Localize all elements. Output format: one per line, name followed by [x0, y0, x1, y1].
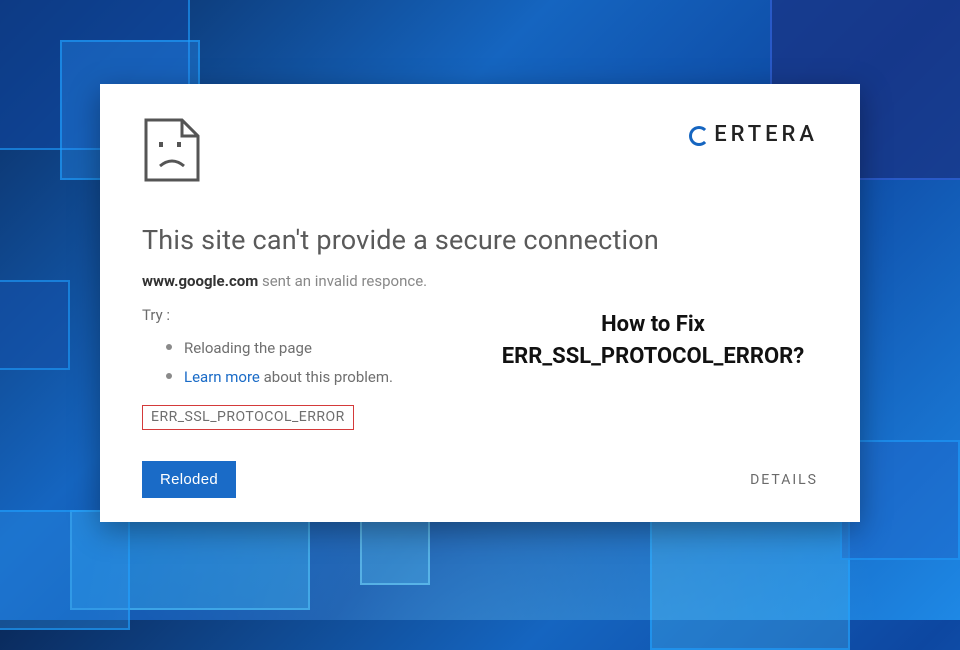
error-code: ERR_SSL_PROTOCOL_ERROR: [151, 409, 345, 425]
overlay-title: How to Fix ERR_SSL_PROTOCOL_ERROR?: [488, 309, 818, 373]
error-host: www.google.com: [142, 272, 258, 290]
learn-more-link[interactable]: Learn more: [184, 368, 260, 386]
suggestion-reload: Reloading the page: [184, 339, 312, 357]
brand-logo-icon: [689, 126, 709, 146]
sad-page-icon: [142, 118, 202, 186]
overlay-line2: ERR_SSL_PROTOCOL_ERROR?: [488, 341, 818, 373]
error-card: ERTERA This site can't provide a secure …: [100, 84, 860, 522]
error-host-suffix: sent an invalid responce.: [258, 272, 427, 290]
overlay-line1: How to Fix: [488, 309, 818, 341]
details-button[interactable]: DETAILS: [750, 472, 818, 488]
reload-button[interactable]: Reloded: [142, 461, 236, 498]
error-code-box: ERR_SSL_PROTOCOL_ERROR: [142, 405, 354, 430]
brand-name: ERTERA: [714, 122, 818, 147]
error-heading: This site can't provide a secure connect…: [142, 224, 818, 256]
learn-more-suffix: about this problem.: [260, 368, 393, 386]
error-subline: www.google.com sent an invalid responce.: [142, 272, 818, 290]
brand-logo: ERTERA: [689, 122, 818, 147]
